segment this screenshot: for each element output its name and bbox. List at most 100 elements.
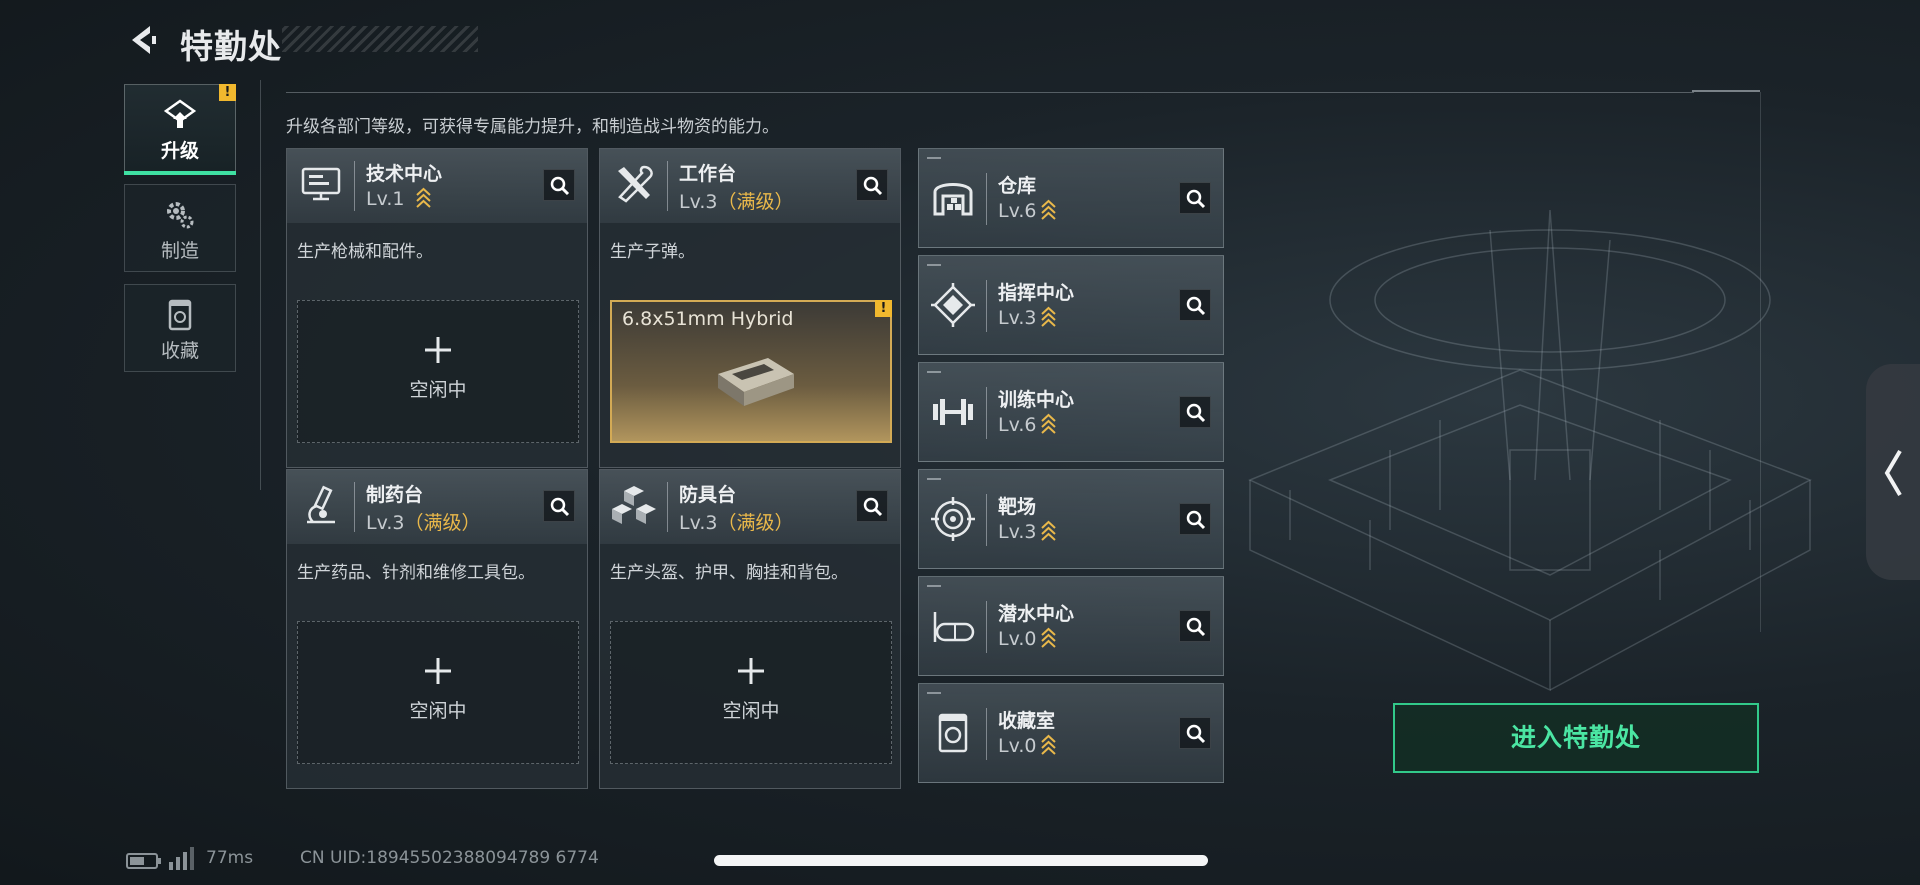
production-slot-empty[interactable]: 空闲中 [610, 621, 892, 764]
search-button[interactable] [543, 490, 575, 522]
tab-upgrade[interactable]: ! 升级 [124, 84, 236, 175]
chevron-up-icon [1041, 627, 1057, 648]
back-arrow-icon[interactable] [124, 22, 160, 58]
dept-row-training-center[interactable]: 训练中心 Lv.6 [918, 362, 1224, 462]
tab-collection-label: 收藏 [160, 340, 199, 362]
max-level-tag: （满级） [717, 191, 794, 213]
dept-level: Lv.3 [998, 520, 1057, 543]
chevron-up-icon [1041, 413, 1057, 434]
chevron-up-icon [415, 187, 431, 208]
compound-blueprint-art [1248, 209, 1812, 692]
divider [354, 161, 355, 211]
search-button[interactable] [856, 490, 888, 522]
production-slot-empty[interactable]: 空闲中 [297, 621, 579, 764]
search-button[interactable] [856, 169, 888, 201]
warehouse-icon [933, 183, 973, 216]
slot-status: 空闲中 [722, 700, 780, 722]
divider [986, 387, 987, 439]
level-value: Lv.6 [998, 200, 1037, 222]
search-icon [863, 497, 883, 517]
search-button[interactable] [1179, 289, 1211, 321]
production-slot-active[interactable]: ! 6.8x51mm Hybrid [610, 300, 892, 443]
level-value: Lv.3 [998, 521, 1037, 543]
dept-name: 技术中心 [366, 163, 443, 185]
diving-mask-icon [933, 612, 975, 642]
tab-craft-label: 制造 [160, 240, 199, 262]
dept-name: 训练中心 [998, 389, 1075, 411]
frame-line [260, 80, 261, 490]
alert-badge: ! [219, 84, 236, 101]
dept-level: Lv.3（满级） [366, 508, 481, 535]
tab-collection[interactable]: 收藏 [124, 284, 236, 372]
search-icon [863, 176, 883, 196]
plus-icon [738, 658, 764, 684]
card-header: 工作台 Lv.3（满级） [600, 149, 900, 223]
search-button[interactable] [1179, 610, 1211, 642]
chevron-up-icon [1041, 306, 1057, 327]
dept-card-armor: 防具台 Lv.3（满级） 生产头盔、护甲、胸挂和背包。 空闲中 [599, 469, 901, 789]
dept-row-shooting-range[interactable]: 靶场 Lv.3 [918, 469, 1224, 569]
ammo-box-icon [718, 358, 794, 406]
frame-line [286, 92, 1694, 93]
command-icon [931, 283, 975, 327]
divider [986, 708, 987, 760]
dept-name: 防具台 [679, 484, 737, 506]
dept-description: 生产头盔、护甲、胸挂和背包。 [610, 563, 848, 583]
dept-row-command-center[interactable]: 指挥中心 Lv.3 [918, 255, 1224, 355]
divider [354, 482, 355, 532]
level-value: Lv.3 [679, 512, 718, 534]
dept-row-warehouse[interactable]: 仓库 Lv.6 [918, 148, 1224, 248]
divider [667, 482, 668, 532]
search-icon [550, 176, 570, 196]
enter-special-ops-button[interactable]: 进入特勤处 [1393, 703, 1759, 773]
tab-upgrade-label: 升级 [160, 140, 199, 162]
search-button[interactable] [1179, 182, 1211, 214]
slot-status: 空闲中 [409, 700, 467, 722]
search-button[interactable] [1179, 717, 1211, 749]
production-slot-empty[interactable]: 空闲中 [297, 300, 579, 443]
tab-craft[interactable]: 制造 [124, 184, 236, 272]
dept-level: Lv.3（满级） [679, 187, 794, 214]
dept-card-pharmacy: 制药台 Lv.3（满级） 生产药品、针剂和维修工具包。 空闲中 [286, 469, 588, 789]
search-icon [1186, 617, 1206, 637]
search-button[interactable] [543, 169, 575, 201]
dept-level: Lv.6 [998, 413, 1057, 436]
divider [986, 173, 987, 225]
plus-icon [425, 337, 451, 363]
frame-line [1760, 92, 1761, 632]
dept-name: 工作台 [679, 163, 737, 185]
dept-row-collection-room[interactable]: 收藏室 Lv.0 [918, 683, 1224, 783]
card-header: 制药台 Lv.3（满级） [287, 470, 587, 544]
level-value: Lv.1 [366, 188, 405, 210]
tools-icon [618, 165, 653, 203]
dept-level: Lv.6 [998, 199, 1057, 222]
search-button[interactable] [1179, 396, 1211, 428]
signal-icon [169, 847, 194, 870]
enter-button-label: 进入特勤处 [1510, 723, 1641, 752]
plus-icon [425, 658, 451, 684]
card-header: 防具台 Lv.3（满级） [600, 470, 900, 544]
alert-badge: ! [875, 300, 892, 317]
level-value: Lv.3 [366, 512, 405, 534]
target-icon [931, 497, 975, 541]
side-drawer-handle[interactable] [1866, 364, 1920, 580]
chevron-up-icon [1041, 199, 1057, 220]
dept-row-diving-center[interactable]: 潜水中心 Lv.0 [918, 576, 1224, 676]
dept-name: 指挥中心 [998, 282, 1075, 304]
slot-status: 空闲中 [409, 379, 467, 401]
home-indicator[interactable] [714, 855, 1208, 866]
intro-text: 升级各部门等级，可获得专属能力提升，和制造战斗物资的能力。 [286, 117, 779, 137]
search-button[interactable] [1179, 503, 1211, 535]
collection-icon [938, 713, 968, 753]
chevron-up-icon [1041, 734, 1057, 755]
divider [986, 601, 987, 653]
dept-description: 生产枪械和配件。 [297, 242, 433, 262]
chevron-up-icon [1041, 520, 1057, 541]
max-level-tag: （满级） [404, 512, 481, 534]
frame-accent [1692, 90, 1760, 92]
search-icon [550, 497, 570, 517]
cubes-icon [612, 486, 656, 524]
title-decoration [282, 26, 478, 52]
ping-readout: 77ms [206, 848, 254, 868]
product-name: 6.8x51mm Hybrid [622, 308, 794, 330]
